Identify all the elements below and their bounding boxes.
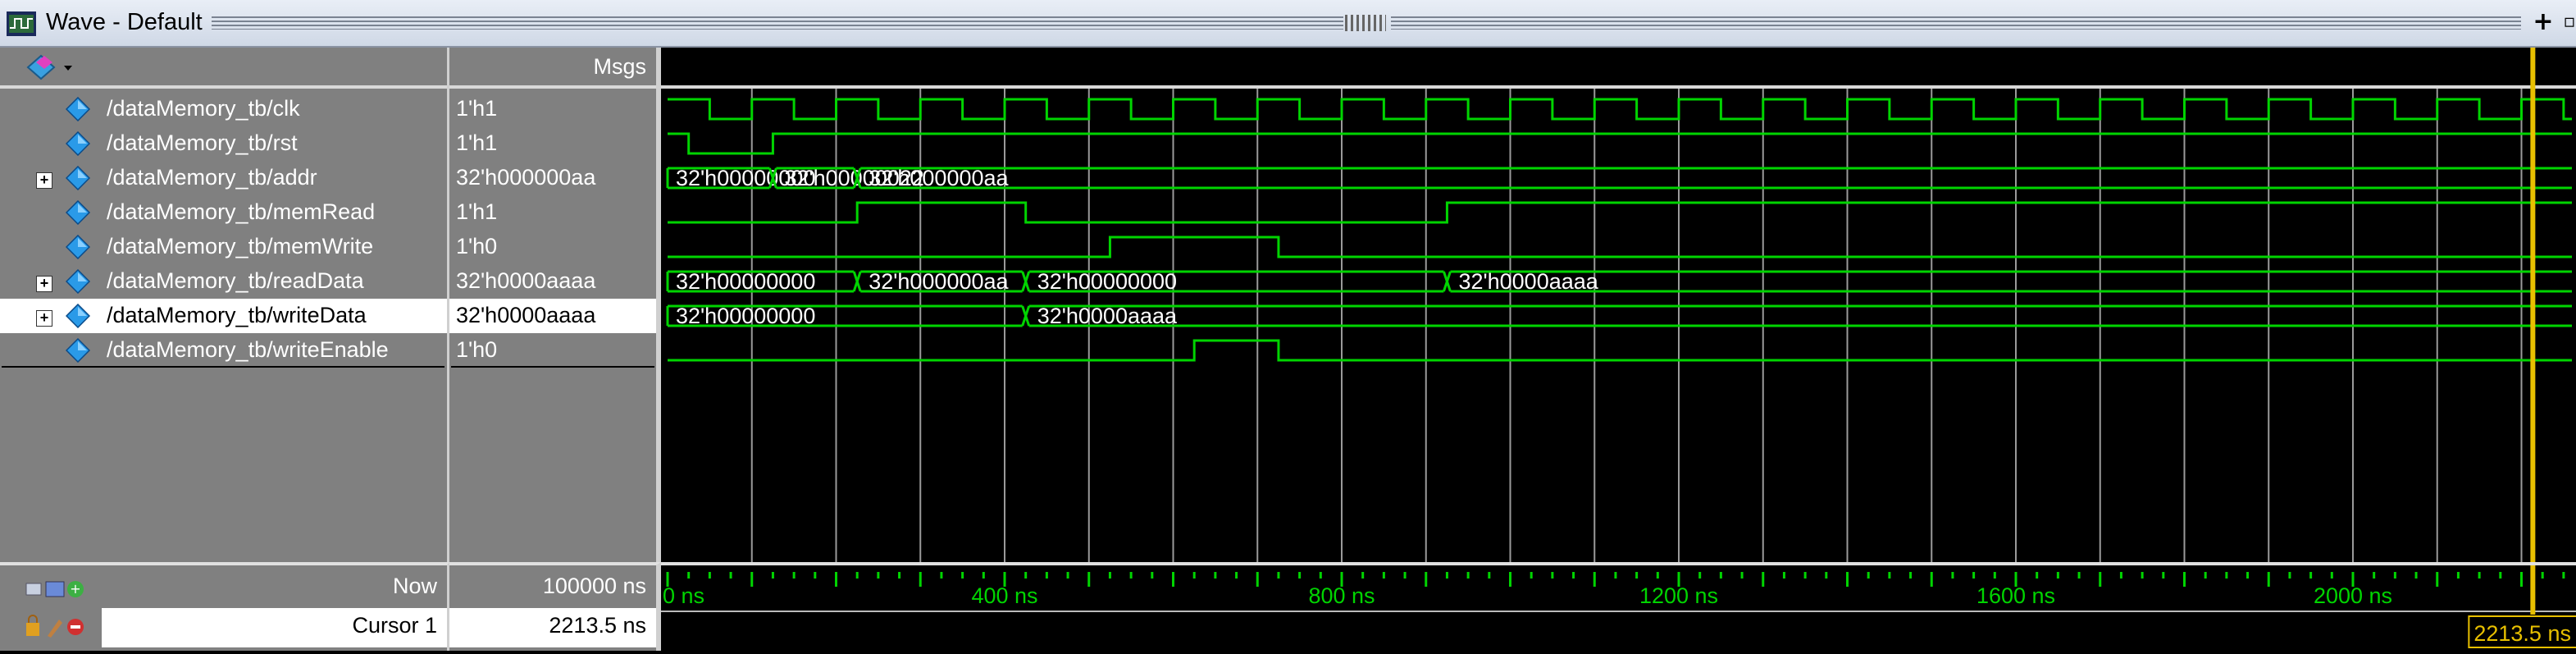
ruler-tick-label: 2000 ns (2314, 583, 2392, 608)
signal-row-rst[interactable]: /dataMemory_tb/rst (0, 126, 447, 161)
ruler-tick-label: 0 ns (663, 583, 704, 608)
cursor-label[interactable]: Cursor 1 (352, 613, 437, 638)
signal-name: /dataMemory_tb/writeData (107, 303, 367, 327)
signal-diamond-icon (65, 96, 91, 122)
waveform-pane[interactable]: 32'h00000000 32'h00000022 32'h000000aa 32'h… (661, 48, 2576, 562)
signal-row-addr[interactable]: + /dataMemory_tb/addr (0, 161, 447, 195)
signal-value: 32'h000000aa (456, 165, 596, 190)
cursor-toolbar-icons[interactable]: + (25, 577, 107, 601)
add-signal-icon[interactable] (25, 53, 74, 82)
signal-value: 1'h1 (456, 199, 498, 224)
title-grip-left (212, 16, 1343, 30)
wave-readdata-label: 32'h00000000 (676, 269, 815, 294)
signal-value: 32'h0000aaaa (456, 268, 596, 293)
signal-list-divider (451, 366, 654, 368)
timeline-pane[interactable]: 0 ns 400 ns 800 ns 1200 ns 1600 ns 2000 ns 221… (661, 562, 2576, 651)
signal-name: /dataMemory_tb/addr (107, 165, 317, 190)
signal-diamond-icon (65, 165, 91, 191)
wave-addr-label: 32'h000000aa (869, 166, 1009, 190)
wave-readdata-label: 32'h00000000 (1037, 269, 1177, 294)
expand-icon[interactable]: + (36, 172, 52, 189)
time-ruler[interactable]: 0 ns 400 ns 800 ns 1200 ns 1600 ns 2000 ns 221… (661, 565, 2576, 651)
names-header (0, 48, 447, 89)
window-title: Wave - Default (46, 9, 203, 35)
cursor-lock-icons[interactable] (25, 615, 107, 639)
cursor-time-label: 2213.5 ns (2473, 621, 2571, 646)
signal-row-writeenable[interactable]: /dataMemory_tb/writeEnable (0, 333, 447, 368)
signal-value: 1'h0 (456, 234, 498, 258)
signal-value: 1'h1 (456, 96, 498, 121)
svg-text:+: + (70, 581, 80, 597)
signal-values-pane: Msgs 1'h1 1'h1 32'h000000aa 1'h1 1'h0 32'h000… (449, 48, 661, 562)
signal-value-row-rst[interactable]: 1'h1 (449, 126, 656, 161)
signal-name: /dataMemory_tb/clk (107, 96, 300, 121)
wave-memread (668, 201, 2572, 224)
waveform-canvas[interactable]: 32'h0000000032'h0000002232'h000000aa32'h… (661, 48, 2576, 562)
signal-row-writedata[interactable]: + /dataMemory_tb/writeData (0, 299, 447, 333)
undock-icon[interactable]: ▫ (2557, 10, 2576, 34)
wave-writedata-label: 32'h0000aaaa (1037, 304, 1178, 328)
signal-diamond-icon (65, 199, 91, 226)
wave-writedata-label: 32'h00000000 (676, 304, 815, 328)
msgs-label: Msgs (593, 54, 646, 79)
signal-value-row-readdata[interactable]: 32'h0000aaaa (449, 264, 656, 299)
signal-value-row-clk[interactable]: 1'h1 (449, 92, 656, 126)
wave-header-divider (661, 85, 2576, 89)
title-grip-right (1391, 16, 2521, 30)
signal-diamond-icon (65, 130, 91, 157)
wave-rst (668, 132, 2572, 155)
ruler-tick-label: 400 ns (971, 583, 1037, 608)
expand-icon[interactable]: + (36, 276, 52, 292)
signal-value-row-writeenable[interactable]: 1'h0 (449, 333, 656, 368)
expand-icon[interactable]: + (36, 310, 52, 327)
signal-name: /dataMemory_tb/readData (107, 268, 364, 293)
signal-row-memwrite[interactable]: /dataMemory_tb/memWrite (0, 230, 447, 264)
signal-value: 1'h1 (456, 130, 498, 155)
signal-list-divider (2, 366, 445, 368)
signal-value: 1'h0 (456, 337, 498, 362)
ruler-tick-label: 1200 ns (1639, 583, 1718, 608)
wave-window-icon (7, 11, 36, 36)
wave-clk (668, 98, 2572, 121)
signal-value: 32'h0000aaaa (456, 303, 596, 327)
wave-window: Wave - Default + ▫ /dataMemory_tb/clk/da… (0, 0, 2576, 651)
title-bar[interactable]: Wave - Default + ▫ (0, 0, 2576, 48)
signal-row-readdata[interactable]: + /dataMemory_tb/readData (0, 264, 447, 299)
signal-name: /dataMemory_tb/memWrite (107, 234, 374, 258)
signal-name: /dataMemory_tb/writeEnable (107, 337, 389, 362)
wave-header (661, 48, 2576, 85)
signal-diamond-icon (65, 303, 91, 329)
wave-writeenable (668, 339, 2572, 362)
values-header: Msgs (449, 48, 656, 89)
signal-value-row-writedata[interactable]: 32'h0000aaaa (449, 299, 656, 333)
signal-name: /dataMemory_tb/memRead (107, 199, 376, 224)
cursor-names-pane: + Now Cursor 1 (0, 562, 449, 651)
signal-name: /dataMemory_tb/rst (107, 130, 298, 155)
signal-names-pane: /dataMemory_tb/clk/dataMemory_tb/rst + /da… (0, 48, 449, 562)
signal-row-memread[interactable]: /dataMemory_tb/memRead (0, 195, 447, 230)
signal-value-row-addr[interactable]: 32'h000000aa (449, 161, 656, 195)
wave-memwrite (668, 236, 2572, 258)
signal-diamond-icon (65, 337, 91, 364)
signal-value-row-memread[interactable]: 1'h1 (449, 195, 656, 230)
ruler-tick-label: 800 ns (1308, 583, 1375, 608)
now-label: Now (392, 574, 437, 598)
signal-row-clk[interactable]: /dataMemory_tb/clk (0, 92, 447, 126)
now-value: 100000 ns (542, 574, 646, 598)
signal-diamond-icon (65, 234, 91, 260)
signal-diamond-icon (65, 268, 91, 295)
cursor-value: 2213.5 ns (549, 613, 646, 638)
maximize-icon[interactable]: + (2531, 10, 2555, 34)
signal-value-row-memwrite[interactable]: 1'h0 (449, 230, 656, 264)
wave-readdata-label: 32'h000000aa (869, 269, 1009, 294)
ruler-tick-label: 1600 ns (1976, 583, 2055, 608)
title-drag-handle[interactable] (1345, 15, 1386, 31)
cursor-values-pane: 100000 ns 2213.5 ns (449, 562, 661, 651)
wave-readdata-label: 32'h0000aaaa (1458, 269, 1598, 294)
